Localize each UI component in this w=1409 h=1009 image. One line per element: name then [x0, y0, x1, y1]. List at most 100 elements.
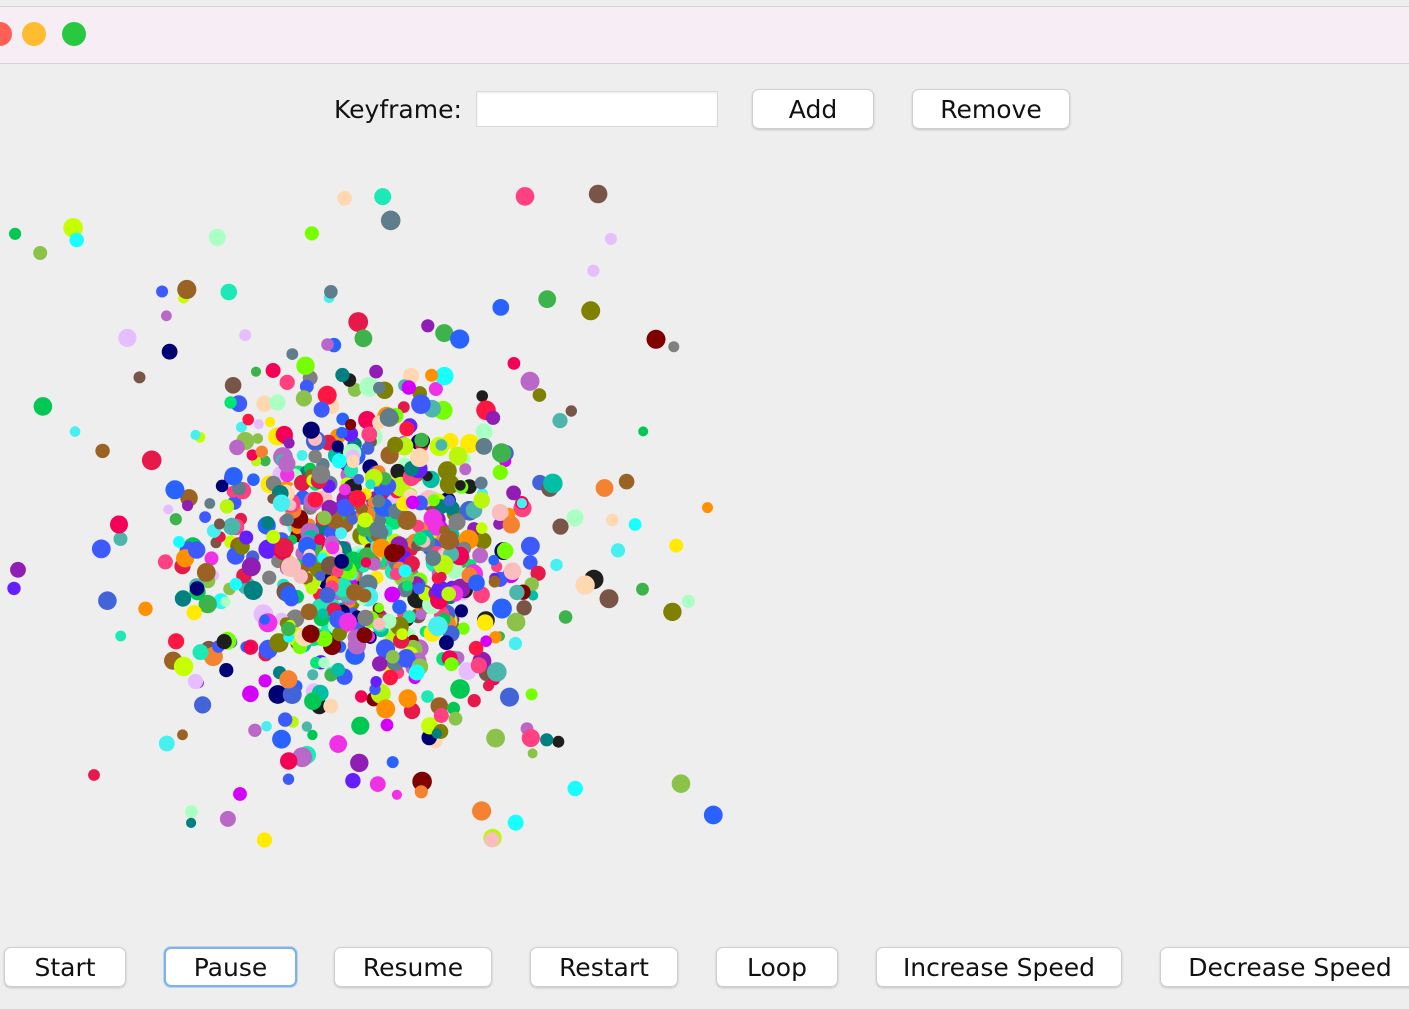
particle	[88, 769, 100, 781]
particle	[165, 480, 185, 500]
particle	[671, 774, 691, 793]
add-keyframe-button[interactable]: Add	[752, 89, 874, 129]
particle	[439, 635, 454, 651]
particle	[161, 310, 172, 322]
particle	[500, 687, 519, 707]
particle	[448, 446, 468, 466]
particle	[370, 676, 382, 688]
particle	[669, 538, 684, 553]
particle	[169, 513, 182, 526]
particle	[307, 491, 324, 508]
particle	[369, 520, 387, 538]
particle	[380, 210, 401, 231]
particle	[399, 421, 415, 437]
particle	[663, 602, 682, 622]
particle	[33, 397, 53, 416]
particle	[281, 557, 301, 577]
particle	[256, 832, 273, 848]
particle	[421, 690, 434, 703]
particle	[304, 692, 322, 710]
particle	[450, 329, 470, 349]
particle	[357, 588, 372, 603]
title-bar[interactable]	[0, 6, 1409, 64]
particle	[224, 467, 243, 486]
particle	[324, 285, 338, 299]
particle	[265, 416, 276, 428]
particle	[488, 554, 500, 566]
particle	[425, 368, 439, 382]
particle	[261, 721, 272, 732]
particle	[269, 394, 286, 411]
particle	[567, 780, 583, 797]
particle	[503, 562, 522, 580]
particle	[69, 426, 81, 437]
particle	[448, 513, 466, 531]
remove-keyframe-button[interactable]: Remove	[912, 89, 1070, 129]
particle	[384, 543, 403, 563]
start-button[interactable]: Start	[4, 947, 126, 987]
particle	[357, 512, 373, 528]
restart-button[interactable]: Restart	[530, 947, 678, 987]
particle	[552, 413, 568, 429]
particle	[410, 448, 429, 468]
particle	[396, 628, 409, 640]
pause-button[interactable]: Pause	[164, 947, 297, 987]
particle	[475, 438, 493, 455]
particle	[532, 388, 547, 402]
particle	[214, 518, 225, 530]
particle	[229, 577, 242, 591]
particle	[502, 516, 520, 534]
particle	[224, 396, 237, 409]
particle	[365, 479, 376, 490]
particle	[565, 405, 577, 417]
particle	[243, 580, 263, 600]
particle	[507, 357, 521, 370]
particle	[233, 787, 247, 801]
particle	[250, 366, 262, 377]
particle	[177, 279, 197, 300]
particle	[95, 443, 110, 459]
particle	[281, 621, 296, 637]
particle	[421, 319, 435, 333]
particle	[604, 232, 617, 245]
particle	[454, 604, 468, 618]
particle	[219, 499, 235, 514]
particle	[606, 513, 619, 527]
keyframe-input[interactable]	[476, 91, 718, 127]
particle	[199, 511, 212, 523]
particle	[527, 748, 538, 759]
particle	[354, 329, 373, 348]
particle	[223, 517, 241, 536]
minimize-window-button[interactable]	[22, 22, 46, 46]
resume-button[interactable]: Resume	[334, 947, 492, 987]
particle	[338, 613, 357, 632]
particle	[425, 550, 442, 566]
close-window-button[interactable]	[0, 22, 12, 46]
maximize-window-button[interactable]	[62, 22, 86, 46]
particle	[348, 312, 369, 332]
particle	[345, 773, 361, 789]
particle	[242, 413, 254, 426]
particle	[317, 510, 332, 526]
particle	[192, 644, 209, 661]
loop-button[interactable]: Loop	[716, 947, 838, 987]
decrease-speed-button[interactable]: Decrease Speed	[1160, 947, 1409, 987]
particle	[118, 328, 137, 347]
particle	[433, 708, 449, 723]
particle	[492, 299, 510, 316]
increase-speed-button[interactable]: Increase Speed	[876, 947, 1122, 987]
particle	[185, 805, 198, 819]
particle	[308, 449, 322, 464]
particle	[476, 614, 494, 631]
particle	[141, 450, 162, 471]
particle	[301, 721, 313, 732]
particle	[372, 494, 386, 508]
particle	[507, 814, 524, 831]
particle	[265, 363, 281, 378]
particle	[484, 832, 500, 848]
particle	[314, 533, 326, 545]
particle	[397, 510, 417, 530]
particle	[219, 810, 236, 827]
particle	[281, 513, 294, 527]
particle	[286, 348, 299, 360]
